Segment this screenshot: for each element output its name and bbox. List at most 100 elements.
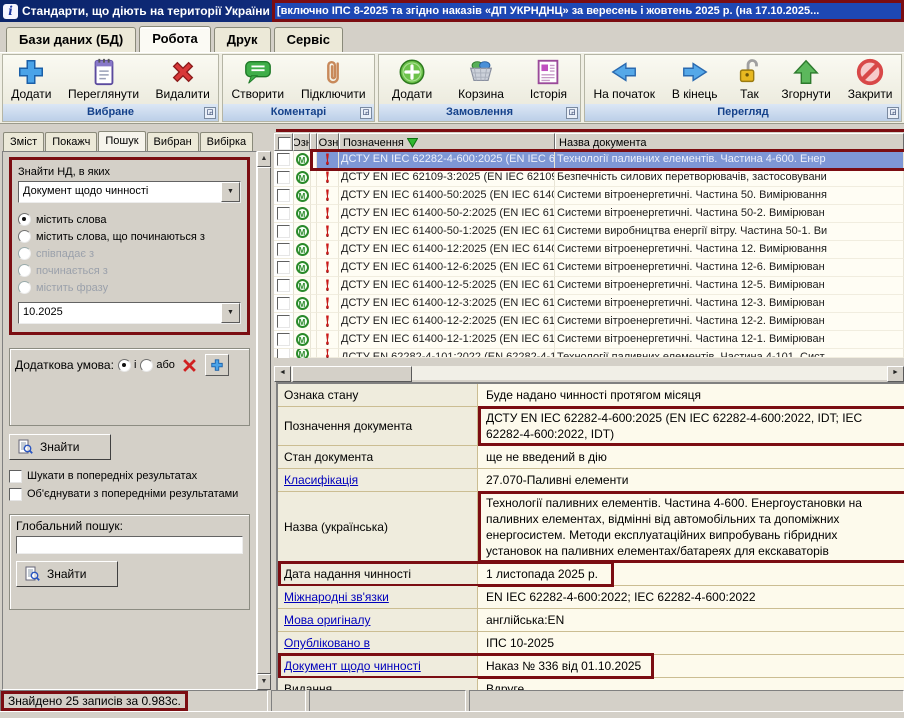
menu-tab-work[interactable]: Робота bbox=[139, 26, 211, 53]
remove-condition-button[interactable] bbox=[179, 355, 201, 375]
favorites-add-button[interactable]: Додати bbox=[6, 56, 56, 102]
table-row[interactable]: М ! ДСТУ EN IEC 61400-50-2:2025 (EN IEC … bbox=[274, 205, 904, 223]
checkbox-icon[interactable] bbox=[277, 333, 290, 346]
row-designation[interactable]: ДСТУ EN IEC 61400-12-5:2025 (EN IEC 6140… bbox=[339, 277, 555, 295]
yes-lock-button[interactable]: Так bbox=[729, 56, 769, 102]
order-basket-button[interactable]: Корзина bbox=[453, 56, 509, 102]
match-mode-radio[interactable]: починається з bbox=[18, 262, 241, 279]
checkbox-icon[interactable] bbox=[277, 297, 290, 310]
table-row[interactable]: М ! ДСТУ EN IEC 61400-12-1:2025 (EN IEC … bbox=[274, 331, 904, 349]
scroll-down-icon[interactable]: ▼ bbox=[257, 674, 271, 690]
row-designation[interactable]: ДСТУ EN IEC 61400-50-2:2025 (EN IEC 6140… bbox=[339, 205, 555, 223]
checkbox-icon[interactable] bbox=[277, 171, 290, 184]
scrollbar-track[interactable] bbox=[412, 366, 887, 380]
dialog-launcher-icon[interactable]: ◲ bbox=[887, 107, 899, 119]
menu-tab-service[interactable]: Сервіс bbox=[274, 27, 343, 52]
row-designation[interactable]: ДСТУ EN IEC 61400-50:2025 (EN IEC 61400-… bbox=[339, 187, 555, 205]
header-mark2[interactable]: Озн bbox=[317, 133, 339, 151]
order-add-button[interactable]: Додати bbox=[387, 56, 437, 102]
collapse-button[interactable]: Згорнути bbox=[776, 56, 836, 102]
table-row[interactable]: М ! ДСТУ EN IEC 61400-12:2025 (EN IEC 61… bbox=[274, 241, 904, 259]
row-checkbox[interactable] bbox=[274, 169, 294, 187]
table-row[interactable]: М ! ДСТУ EN IEC 61400-50-1:2025 (EN IEC … bbox=[274, 223, 904, 241]
table-hscrollbar[interactable]: ◄ ► bbox=[274, 366, 904, 380]
checkbox-icon[interactable] bbox=[277, 153, 290, 166]
row-name[interactable]: Системи вітроенергетичні. Частина 12. Ви… bbox=[555, 241, 904, 259]
go-start-button[interactable]: На початок bbox=[588, 56, 660, 102]
menu-tab-databases[interactable]: Бази даних (БД) bbox=[6, 27, 136, 52]
row-checkbox[interactable] bbox=[274, 187, 294, 205]
table-row[interactable]: М ! ДСТУ EN IEC 61400-12-3:2025 (EN IEC … bbox=[274, 295, 904, 313]
global-search-input[interactable] bbox=[16, 536, 243, 554]
row-name[interactable]: Безпечність силових перетворювачів, заст… bbox=[555, 169, 904, 187]
row-designation[interactable]: ДСТУ EN IEC 61400-12-2:2025 (EN IEC 6140… bbox=[339, 313, 555, 331]
dialog-launcher-icon[interactable]: ◲ bbox=[204, 107, 216, 119]
comment-attach-button[interactable]: Підключити bbox=[296, 56, 371, 102]
row-checkbox[interactable] bbox=[274, 277, 294, 295]
row-designation[interactable]: ДСТУ EN IEC 62282-4-600:2025 (EN IEC 622… bbox=[339, 151, 555, 169]
checkbox-icon[interactable] bbox=[277, 315, 290, 328]
checkbox-icon[interactable] bbox=[9, 470, 22, 483]
add-condition-button[interactable] bbox=[205, 354, 229, 376]
dialog-launcher-icon[interactable]: ◲ bbox=[360, 107, 372, 119]
match-mode-radio[interactable]: співпадає з bbox=[18, 245, 241, 262]
scrollbar-thumb[interactable] bbox=[257, 167, 271, 674]
scrollbar-thumb[interactable] bbox=[292, 366, 412, 382]
row-checkbox[interactable] bbox=[274, 313, 294, 331]
row-checkbox[interactable] bbox=[274, 295, 294, 313]
row-name[interactable]: Технології паливних елементів. Частина 4… bbox=[555, 151, 904, 169]
filter-down-triangle-icon[interactable] bbox=[407, 138, 418, 148]
row-name[interactable]: Системи виробництва енергії вітру. Части… bbox=[555, 223, 904, 241]
radio-icon[interactable] bbox=[18, 213, 31, 226]
row-checkbox[interactable] bbox=[274, 349, 294, 358]
header-select-all[interactable] bbox=[274, 133, 293, 151]
table-row[interactable]: М ! ДСТУ EN IEC 61400-12-2:2025 (EN IEC … bbox=[274, 313, 904, 331]
row-designation[interactable]: ДСТУ EN IEC 61400-12-6:2025 (EN IEC 6140… bbox=[339, 259, 555, 277]
radio-icon[interactable] bbox=[18, 264, 31, 277]
comment-create-button[interactable]: Створити bbox=[226, 56, 289, 102]
header-name[interactable]: Назва документа bbox=[555, 133, 904, 151]
sidebar-tab-selected[interactable]: Вибран bbox=[147, 132, 199, 151]
radio-icon[interactable] bbox=[18, 230, 31, 243]
row-designation[interactable]: ДСТУ EN IEC 61400-50-1:2025 (EN IEC 6140… bbox=[339, 223, 555, 241]
match-mode-radio[interactable]: містить слова bbox=[18, 211, 241, 228]
checkbox-icon[interactable] bbox=[277, 189, 290, 202]
checkbox-icon[interactable] bbox=[277, 225, 290, 238]
row-checkbox[interactable] bbox=[274, 331, 294, 349]
table-row[interactable]: М ! ДСТУ EN IEC 61400-12-5:2025 (EN IEC … bbox=[274, 277, 904, 295]
header-designation[interactable]: Позначення bbox=[339, 133, 555, 151]
checkbox-icon[interactable] bbox=[277, 207, 290, 220]
dialog-launcher-icon[interactable]: ◲ bbox=[566, 107, 578, 119]
scroll-up-icon[interactable]: ▲ bbox=[257, 151, 271, 167]
checkbox-icon[interactable] bbox=[277, 261, 290, 274]
checkbox-icon[interactable] bbox=[277, 279, 290, 292]
row-checkbox[interactable] bbox=[274, 223, 294, 241]
table-row[interactable]: М ! ДСТУ EN IEC 61400-50:2025 (EN IEC 61… bbox=[274, 187, 904, 205]
table-row[interactable]: М ! ДСТУ EN 62282-4-101:2022 (EN 62282-4… bbox=[274, 349, 904, 358]
global-find-button[interactable]: Знайти bbox=[16, 561, 118, 587]
match-mode-radio[interactable]: містить слова, що починаються з bbox=[18, 228, 241, 245]
header-mark1[interactable]: Озн bbox=[293, 133, 310, 151]
chevron-down-icon[interactable]: ▼ bbox=[221, 182, 240, 202]
table-row[interactable]: М ! ДСТУ EN IEC 61400-12-6:2025 (EN IEC … bbox=[274, 259, 904, 277]
sidebar-tab-selection[interactable]: Вибірка bbox=[200, 132, 254, 151]
favorites-view-button[interactable]: Переглянути bbox=[63, 56, 144, 102]
scroll-left-icon[interactable]: ◄ bbox=[274, 366, 291, 382]
radio-or[interactable]: або bbox=[140, 359, 175, 372]
row-name[interactable]: Системи вітроенергетичні. Частина 12-5. … bbox=[555, 277, 904, 295]
menu-tab-print[interactable]: Друк bbox=[214, 27, 271, 52]
table-row[interactable]: М ! ДСТУ EN IEC 62109-3:2025 (EN IEC 621… bbox=[274, 169, 904, 187]
go-end-button[interactable]: В кінець bbox=[667, 56, 723, 102]
row-name[interactable]: Системи вітроенергетичні. Частина 12-6. … bbox=[555, 259, 904, 277]
row-name[interactable]: Системи вітроенергетичні. Частина 12-3. … bbox=[555, 295, 904, 313]
checkbox-icon[interactable] bbox=[9, 488, 22, 501]
row-checkbox[interactable] bbox=[274, 151, 294, 169]
order-history-button[interactable]: Історія bbox=[525, 56, 572, 102]
search-previous-checkbox[interactable]: Шукати в попередніх результатах bbox=[9, 467, 250, 485]
favorites-delete-button[interactable]: Видалити bbox=[150, 56, 214, 102]
radio-and[interactable]: і bbox=[118, 359, 136, 372]
find-button[interactable]: Знайти bbox=[9, 434, 111, 460]
sidebar-tab-contents[interactable]: Зміст bbox=[3, 132, 44, 151]
row-name[interactable]: Системи вітроенергетичні. Частина 50-2. … bbox=[555, 205, 904, 223]
scroll-right-icon[interactable]: ► bbox=[887, 366, 904, 382]
